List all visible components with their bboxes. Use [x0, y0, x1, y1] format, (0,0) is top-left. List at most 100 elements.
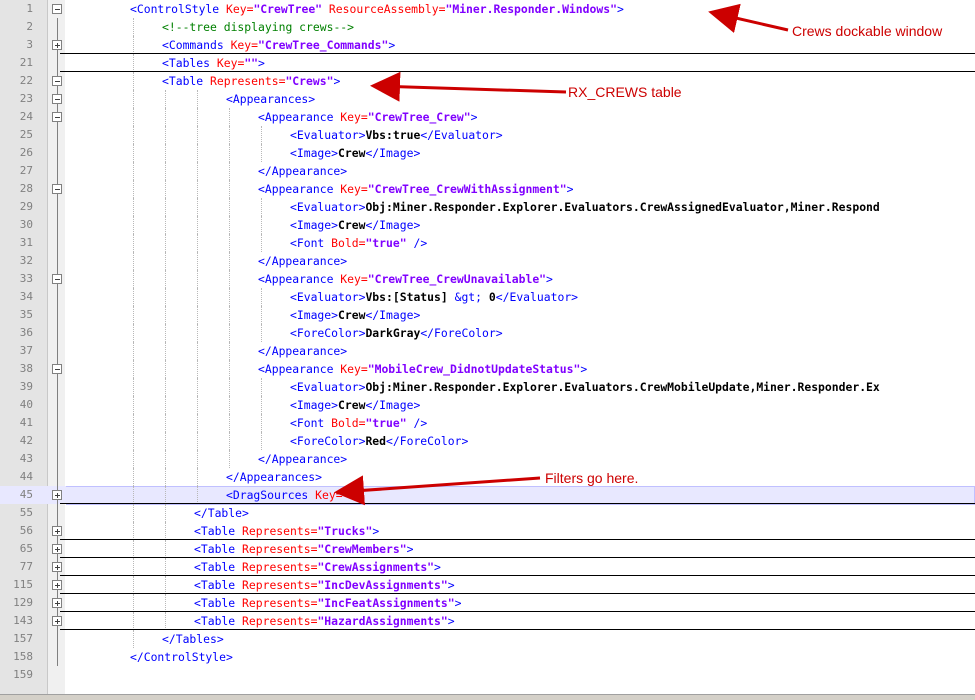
fold-collapse-icon[interactable]: [52, 364, 62, 374]
token-attribute: Key=: [340, 182, 368, 196]
token-tag: <Table: [162, 74, 211, 88]
fold-expand-icon[interactable]: [52, 40, 62, 50]
line-number: 23: [19, 92, 33, 105]
token-tag: >: [616, 2, 624, 16]
token-tag: >: [258, 56, 265, 70]
code-line[interactable]: 77 <Table Represents="CrewAssignments">: [0, 558, 975, 576]
indent-guide: [229, 378, 230, 396]
token-attribute: Represents=: [242, 542, 318, 556]
token-attribute: Represents=: [242, 596, 318, 610]
code-line[interactable]: 22 <Table Represents="Crews">: [0, 72, 975, 90]
indent-guide: [133, 522, 134, 540]
indent-guide: [133, 558, 134, 576]
code-line[interactable]: 55 </Table>: [0, 504, 975, 522]
token-tag: >: [454, 596, 462, 610]
token-text: Red: [365, 434, 387, 448]
fold-collapse-icon[interactable]: [52, 4, 62, 14]
token-text: Crew: [338, 146, 366, 160]
code-line[interactable]: 29 <Evaluator>Obj:Miner.Responder.Explore…: [0, 198, 975, 216]
code-line[interactable]: 27 </Appearance>: [0, 162, 975, 180]
code-line[interactable]: 36 <ForeColor>DarkGray</ForeColor>: [0, 324, 975, 342]
code-text: <Table Represents="Trucks">: [194, 522, 379, 540]
token-tag: <ControlStyle: [130, 2, 227, 16]
code-line[interactable]: 21 <Tables Key="">: [0, 54, 975, 72]
code-line[interactable]: 38 <Appearance Key="MobileCrew_DidnotUpda…: [0, 360, 975, 378]
code-line[interactable]: 35 <Image>Crew</Image>: [0, 306, 975, 324]
code-line[interactable]: 31 <Font Bold="true" />: [0, 234, 975, 252]
indent-guide: [133, 612, 134, 630]
fold-collapse-icon[interactable]: [52, 274, 62, 284]
code-line[interactable]: 143 <Table Represents="HazardAssignments"…: [0, 612, 975, 630]
token-tag: <ForeColor>: [290, 326, 366, 340]
code-line[interactable]: 65 <Table Represents="CrewMembers">: [0, 540, 975, 558]
indent-guide: [133, 144, 134, 162]
code-text: <!--tree displaying crews-->: [162, 18, 354, 36]
indent-guide: [133, 378, 134, 396]
code-line[interactable]: 159: [0, 666, 975, 684]
code-line[interactable]: 40 <Image>Crew</Image>: [0, 396, 975, 414]
token-tag: &gt;: [454, 290, 483, 304]
fold-collapse-icon[interactable]: [52, 76, 62, 86]
code-editor[interactable]: 1 <ControlStyle Key="CrewTree" ResourceAs…: [0, 0, 975, 700]
code-line[interactable]: 37 </Appearance>: [0, 342, 975, 360]
indent-guide: [261, 216, 262, 234]
fold-expand-icon[interactable]: [52, 580, 62, 590]
indent-guide: [197, 270, 198, 288]
fold-expand-icon[interactable]: [52, 616, 62, 626]
indent-guide: [165, 144, 166, 162]
code-line[interactable]: 43 </Appearance>: [0, 450, 975, 468]
code-line[interactable]: 158 </ControlStyle>: [0, 648, 975, 666]
fold-expand-icon[interactable]: [52, 562, 62, 572]
fold-expand-icon[interactable]: [52, 598, 62, 608]
code-line[interactable]: 39 <Evaluator>Obj:Miner.Responder.Explore…: [0, 378, 975, 396]
code-line[interactable]: 33 <Appearance Key="CrewTree_CrewUnavaila…: [0, 270, 975, 288]
indent-guide: [229, 396, 230, 414]
token-text: DarkGray: [365, 326, 421, 340]
code-line[interactable]: 45 <DragSources Key="">: [0, 486, 975, 505]
token-tag: <Evaluator>: [290, 380, 366, 394]
code-text: <Font Bold="true" />: [290, 234, 427, 252]
indent-guide: [165, 252, 166, 270]
code-line[interactable]: 44 </Appearances>: [0, 468, 975, 486]
token-value: "": [244, 56, 259, 70]
fold-expand-icon[interactable]: [52, 490, 62, 500]
line-number: 26: [19, 146, 33, 159]
code-line[interactable]: 23 <Appearances>: [0, 90, 975, 108]
code-line[interactable]: 25 <Evaluator>Vbs:true</Evaluator>: [0, 126, 975, 144]
fold-collapse-icon[interactable]: [52, 184, 62, 194]
code-line[interactable]: 1 <ControlStyle Key="CrewTree" ResourceAs…: [0, 0, 975, 18]
token-value: "IncFeatAssignments": [317, 596, 455, 610]
code-line[interactable]: 41 <Font Bold="true" />: [0, 414, 975, 432]
code-line[interactable]: 32 </Appearance>: [0, 252, 975, 270]
indent-guide: [165, 90, 166, 108]
code-line[interactable]: 30 <Image>Crew</Image>: [0, 216, 975, 234]
line-number: 157: [13, 632, 33, 645]
code-line[interactable]: 115 <Table Represents="IncDevAssignments"…: [0, 576, 975, 594]
indent-guide: [197, 306, 198, 324]
code-line[interactable]: 129 <Table Represents="IncFeatAssignments…: [0, 594, 975, 612]
token-tag: </Image>: [365, 146, 421, 160]
indent-guide: [197, 180, 198, 198]
code-text: <Table Represents="IncDevAssignments">: [194, 576, 455, 594]
code-line[interactable]: 157 </Tables>: [0, 630, 975, 648]
fold-collapse-icon[interactable]: [52, 94, 62, 104]
code-text: <Table Represents="Crews">: [162, 72, 340, 90]
horizontal-scrollbar[interactable]: [0, 694, 975, 700]
code-line[interactable]: 24 <Appearance Key="CrewTree_Crew">: [0, 108, 975, 126]
indent-guide: [165, 540, 166, 558]
token-tag: <Table: [194, 560, 243, 574]
fold-collapse-icon[interactable]: [52, 112, 62, 122]
line-number: 37: [19, 344, 33, 357]
code-line[interactable]: 34 <Evaluator>Vbs:[Status] &gt; 0</Evalua…: [0, 288, 975, 306]
code-line[interactable]: 28 <Appearance Key="CrewTree_CrewWithAssi…: [0, 180, 975, 198]
code-line[interactable]: 42 <ForeColor>Red</ForeColor>: [0, 432, 975, 450]
fold-guide-line: [57, 450, 58, 468]
fold-expand-icon[interactable]: [52, 526, 62, 536]
code-line[interactable]: 56 <Table Represents="Trucks">: [0, 522, 975, 540]
fold-expand-icon[interactable]: [52, 544, 62, 554]
token-tag: <Table: [194, 524, 243, 538]
code-line[interactable]: 26 <Image>Crew</Image>: [0, 144, 975, 162]
indent-guide: [133, 432, 134, 450]
token-value: "true": [365, 416, 407, 430]
indent-guide: [165, 126, 166, 144]
